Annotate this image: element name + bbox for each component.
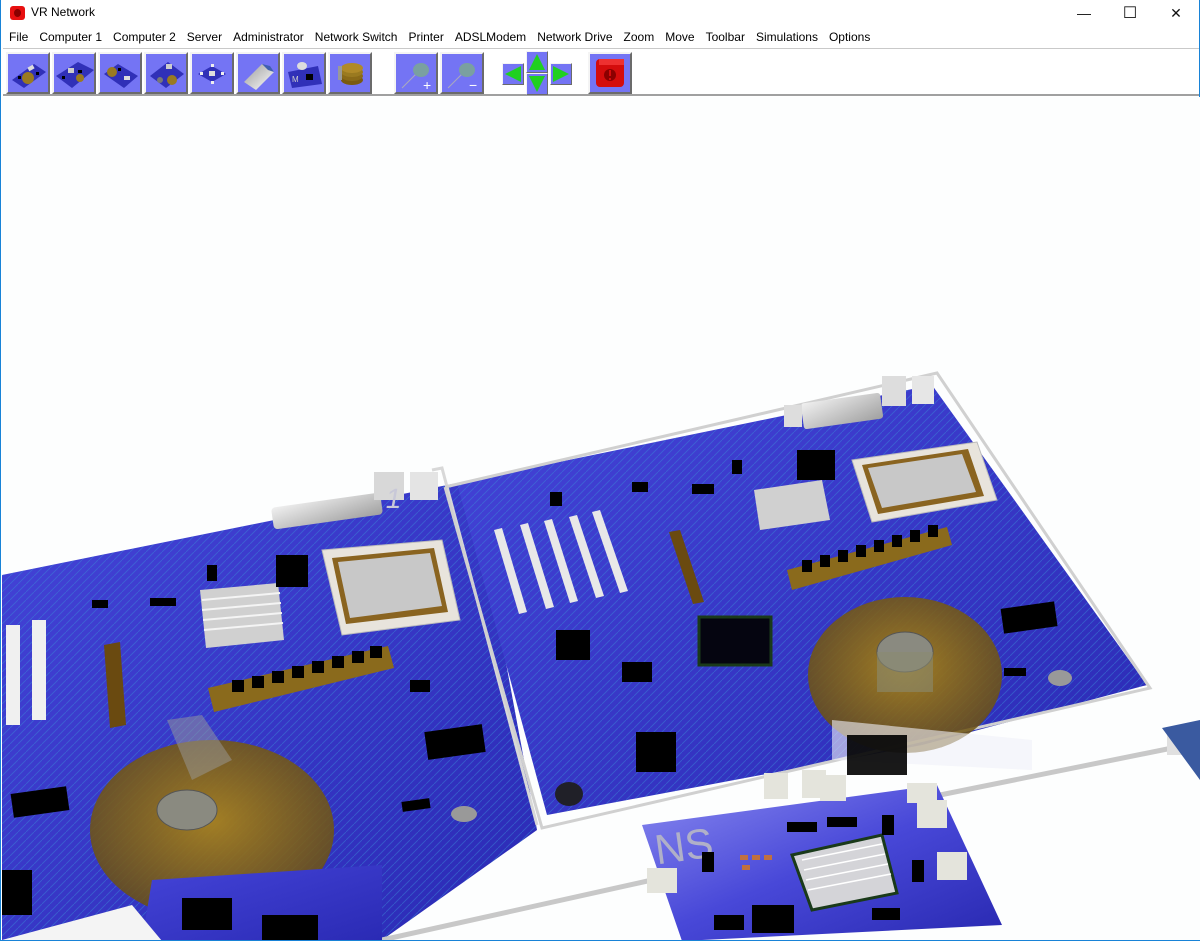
network-switch-button[interactable] <box>190 52 234 94</box>
arrow-down-icon <box>529 76 545 92</box>
menu-administrator[interactable]: Administrator <box>229 27 311 47</box>
menu-file[interactable]: File <box>5 27 35 47</box>
minimize-button[interactable]: — <box>1061 0 1107 26</box>
adsl-modem-button[interactable]: M <box>282 52 326 94</box>
server-board-icon <box>104 64 138 88</box>
close-icon: ✕ <box>1170 4 1182 21</box>
svg-text:M: M <box>292 75 299 84</box>
administrator-button[interactable] <box>144 52 188 94</box>
modem-board-icon: M <box>288 62 322 88</box>
menu-network-drive[interactable]: Network Drive <box>533 27 619 47</box>
arrow-up-icon <box>529 54 545 70</box>
network-drive-button[interactable] <box>328 52 372 94</box>
arrow-left-icon <box>505 66 521 82</box>
server-button[interactable] <box>98 52 142 94</box>
maximize-button[interactable]: ☐ <box>1107 0 1153 26</box>
menu-network-switch[interactable]: Network Switch <box>311 27 405 47</box>
zoom-out-symbol: − <box>469 77 477 92</box>
zoom-in-icon: + <box>401 63 431 92</box>
zoom-in-button[interactable]: + <box>394 52 438 94</box>
close-button[interactable]: ✕ <box>1153 0 1199 26</box>
red-alert-icon <box>596 59 624 87</box>
move-left-button[interactable] <box>502 63 524 85</box>
menu-server[interactable]: Server <box>183 27 229 47</box>
disk-stack-icon <box>338 63 363 85</box>
menu-printer[interactable]: Printer <box>404 27 450 47</box>
zoom-out-button[interactable]: − <box>440 52 484 94</box>
printer-plate-icon <box>244 64 274 90</box>
3d-viewport[interactable]: 1 NS <box>2 97 1200 940</box>
arrow-right-icon <box>553 66 569 82</box>
title-bar: VR Network — ☐ ✕ <box>1 0 1199 26</box>
window-title: VR Network <box>31 5 96 19</box>
network-scene[interactable]: 1 NS <box>2 97 1200 940</box>
app-icon <box>10 6 25 20</box>
simulation-stop-button[interactable] <box>588 52 632 94</box>
menu-bar: File Computer 1 Computer 2 Server Admini… <box>1 27 1199 47</box>
admin-board-icon <box>150 62 184 88</box>
menu-move[interactable]: Move <box>661 27 701 47</box>
menu-zoom[interactable]: Zoom <box>620 27 662 47</box>
motherboard-icon <box>56 62 94 88</box>
maximize-icon: ☐ <box>1122 5 1138 22</box>
network-switch-icon <box>198 64 226 84</box>
move-down-button[interactable] <box>526 73 548 95</box>
computer-2-button[interactable] <box>52 52 96 94</box>
menu-adsl-modem[interactable]: ADSLModem <box>451 27 533 47</box>
minimize-icon: — <box>1077 5 1091 21</box>
app-window: VR Network — ☐ ✕ File Computer 1 Compute… <box>0 0 1200 941</box>
printer-button[interactable] <box>236 52 280 94</box>
zoom-in-symbol: + <box>423 77 431 92</box>
menu-toolbar[interactable]: Toolbar <box>702 27 752 47</box>
computer-1-button[interactable] <box>6 52 50 94</box>
board-computer-2[interactable] <box>2 466 539 940</box>
menu-simulations[interactable]: Simulations <box>752 27 825 47</box>
move-up-button[interactable] <box>526 51 548 73</box>
move-right-button[interactable] <box>550 63 572 85</box>
motherboard-with-disk-icon <box>12 64 46 88</box>
menu-computer-1[interactable]: Computer 1 <box>35 27 109 47</box>
zoom-out-icon: − <box>447 63 477 92</box>
menu-computer-2[interactable]: Computer 2 <box>109 27 183 47</box>
toolbar: M + − <box>3 48 1199 96</box>
menu-options[interactable]: Options <box>825 27 877 47</box>
